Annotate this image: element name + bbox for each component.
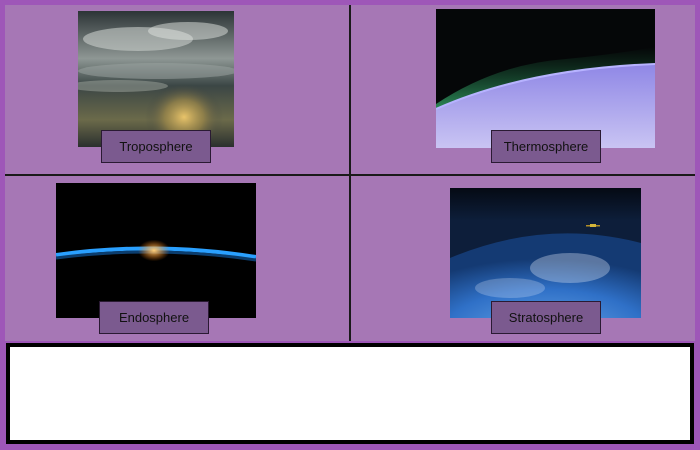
- horizontal-divider: [5, 174, 695, 176]
- troposphere-photo: [78, 11, 234, 147]
- troposphere-button[interactable]: Troposphere: [101, 130, 211, 163]
- stratosphere-photo: [450, 188, 641, 318]
- answer-box[interactable]: [6, 343, 694, 444]
- endosphere-button[interactable]: Endosphere: [99, 301, 209, 334]
- vertical-divider: [349, 5, 351, 341]
- thermosphere-button[interactable]: Thermosphere: [491, 130, 601, 163]
- stratosphere-button[interactable]: Stratosphere: [491, 301, 601, 334]
- endosphere-photo: [56, 183, 256, 318]
- thermosphere-photo: [436, 9, 655, 148]
